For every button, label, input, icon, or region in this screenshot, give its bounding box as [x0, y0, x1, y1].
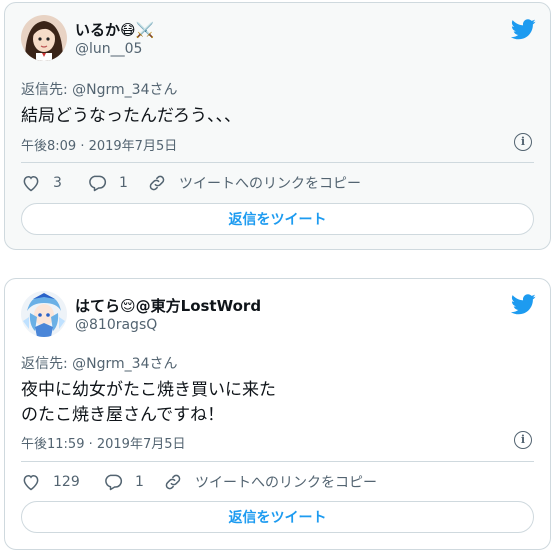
twitter-bird-icon[interactable] — [511, 19, 536, 40]
tweet-text-line: のたこ焼き屋さんですね！ — [21, 405, 225, 425]
reply-action[interactable]: 1 — [87, 173, 128, 193]
like-count: 3 — [53, 175, 62, 191]
reply-tweet-button[interactable]: 返信をツイート — [21, 203, 534, 235]
like-action[interactable]: 3 — [21, 173, 62, 193]
reply-icon — [89, 175, 107, 192]
copy-link-action[interactable]: ツイートへのリンクをコピー — [147, 173, 361, 193]
reply-icon — [105, 474, 123, 491]
reply-tweet-button[interactable]: 返信をツイート — [21, 501, 534, 533]
timestamp[interactable]: 午後11:59 · 2019年7月5日 — [21, 433, 186, 452]
tweet-card[interactable]: はてら😌@東方LostWord @810ragsQ 返信先: @Ngrm_34さ… — [4, 278, 551, 550]
display-name[interactable]: いるか😷⚔️ — [75, 19, 154, 40]
heart-icon — [23, 474, 39, 491]
reply-to-label[interactable]: 返信先: @Ngrm_34さん — [21, 353, 178, 373]
avatar[interactable] — [21, 291, 67, 337]
reply-count: 1 — [135, 474, 144, 490]
info-icon[interactable]: i — [514, 133, 532, 151]
divider — [21, 162, 534, 163]
user-handle[interactable]: @810ragsQ — [75, 317, 157, 333]
heart-icon — [23, 175, 39, 192]
twitter-bird-icon[interactable] — [511, 294, 536, 315]
divider — [21, 461, 534, 462]
copy-link-action[interactable]: ツイートへのリンクをコピー — [163, 472, 377, 492]
tweet-text-line: 夜中に幼女がたこ焼き買いに来た — [21, 380, 276, 400]
copy-link-label: ツイートへのリンクをコピー — [195, 475, 377, 491]
reply-to-label[interactable]: 返信先: @Ngrm_34さん — [21, 79, 178, 99]
like-action[interactable]: 129 — [21, 472, 80, 492]
user-handle[interactable]: @lun__05 — [75, 41, 142, 57]
link-icon — [149, 175, 165, 191]
reply-action[interactable]: 1 — [103, 472, 144, 492]
timestamp[interactable]: 午後8:09 · 2019年7月5日 — [21, 135, 177, 154]
tweet-text: 結局どうなったんだろう、、、 — [21, 106, 241, 126]
like-count: 129 — [53, 474, 80, 490]
copy-link-label: ツイートへのリンクをコピー — [179, 176, 361, 192]
reply-count: 1 — [119, 175, 128, 191]
tweet-card[interactable]: いるか😷⚔️ @lun__05 返信先: @Ngrm_34さん 結局どうなったん… — [4, 2, 551, 250]
display-name[interactable]: はてら😌@東方LostWord — [75, 295, 261, 316]
avatar[interactable] — [21, 15, 67, 61]
link-icon — [165, 474, 181, 490]
info-icon[interactable]: i — [514, 431, 532, 449]
